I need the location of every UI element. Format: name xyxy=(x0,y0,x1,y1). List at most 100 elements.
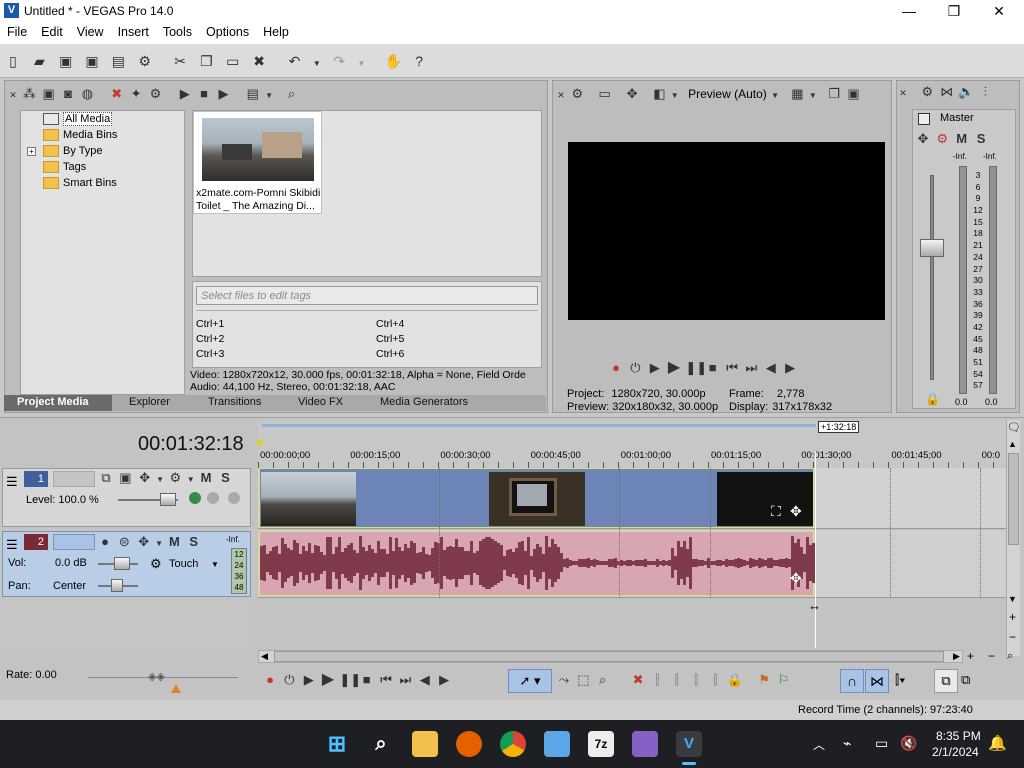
track2-fx-dropdown-icon[interactable]: ▼ xyxy=(155,536,163,552)
track1-collapse-icon[interactable]: ☰ xyxy=(6,474,18,490)
video-fx-icon[interactable]: ✥ xyxy=(624,86,640,102)
network-icon[interactable]: ⌁ xyxy=(843,735,851,752)
go-to-end-icon[interactable]: ▶ xyxy=(782,360,798,376)
hand-icon[interactable]: ✋ xyxy=(385,53,402,69)
firefox-icon[interactable] xyxy=(456,731,482,757)
media-fx-icon[interactable]: ✦ xyxy=(128,86,144,102)
zoom-tool-icon[interactable]: ⌕ xyxy=(1007,650,1013,663)
region-icon[interactable]: ⚐ xyxy=(775,672,791,688)
scroll-up-icon[interactable]: ▲ xyxy=(1008,439,1017,449)
track2-vol-handle[interactable] xyxy=(114,557,130,570)
lock-event-icon[interactable]: 🔒 xyxy=(727,672,743,688)
display-icon[interactable]: ▭ xyxy=(875,735,888,752)
play-from-start-icon[interactable]: ▶ xyxy=(301,672,317,688)
close-panel-icon[interactable]: ✕ xyxy=(8,87,18,103)
show-hidden-icons[interactable]: ︿ xyxy=(813,736,825,753)
comment-icon[interactable]: 🗨 xyxy=(1007,421,1021,434)
scroll-down-icon[interactable]: ▼ xyxy=(1008,594,1017,604)
mixer-icon[interactable]: ⫶ xyxy=(977,84,993,100)
next-frame-icon[interactable]: ⏭ xyxy=(743,360,759,376)
go-to-start-icon[interactable]: ◀ xyxy=(763,360,779,376)
master-fader-handle[interactable] xyxy=(920,239,944,257)
master-properties-icon[interactable]: ⚙ xyxy=(919,84,935,100)
play-from-start-icon[interactable]: ▶ xyxy=(647,360,663,376)
track-fx-dropdown-icon[interactable]: ▼ xyxy=(156,472,164,488)
stop-icon[interactable]: ■ xyxy=(705,360,721,376)
menu-insert[interactable]: Insert xyxy=(111,22,156,42)
track2-fx-icon[interactable]: ✥ xyxy=(136,534,152,550)
close-button[interactable]: ✕ xyxy=(976,0,1022,22)
minimize-button[interactable]: — xyxy=(886,0,932,22)
envelope-tool-icon[interactable]: ⤳ xyxy=(556,672,572,688)
track1-bypass-icon[interactable] xyxy=(228,492,240,504)
file-explorer-icon[interactable] xyxy=(412,731,438,757)
downmix-icon[interactable]: ⋈ xyxy=(939,84,955,100)
clock-time[interactable]: 8:35 PM xyxy=(936,729,981,743)
pause-icon[interactable]: ❚❚ xyxy=(685,360,707,376)
copy-icon[interactable]: ❐ xyxy=(198,53,214,69)
media-thumbnail-item[interactable]: x2mate.com-Pomni Skibidi Toilet _ The Am… xyxy=(193,111,322,214)
help-icon[interactable]: ? xyxy=(411,53,427,69)
master-mute-button[interactable]: M xyxy=(954,131,970,147)
go-to-start-icon[interactable]: ⏮ xyxy=(378,672,394,688)
trim-icon[interactable]: ⫿ xyxy=(649,672,665,688)
track2-collapse-icon[interactable]: ☰ xyxy=(6,537,18,553)
tags-input[interactable]: Select files to edit tags xyxy=(196,286,538,305)
start-button-icon[interactable]: ⊞ xyxy=(324,731,350,757)
delete-icon[interactable]: ✖ xyxy=(251,53,267,69)
properties-icon[interactable]: ⚙ xyxy=(137,53,153,69)
save-icon[interactable]: ▣ xyxy=(58,53,74,69)
tree-item-smart-bins[interactable]: Smart Bins xyxy=(43,177,117,192)
normal-edit-tool-icon[interactable]: ➚ ▾ xyxy=(508,669,552,693)
go-to-end-icon[interactable]: ⏭ xyxy=(397,672,413,688)
track1-fx-dots-icon[interactable] xyxy=(207,492,219,504)
notepad-icon[interactable] xyxy=(544,731,570,757)
quality-dropdown-icon[interactable]: ▼ xyxy=(770,88,780,104)
media-properties-icon[interactable]: ⚙ xyxy=(147,86,163,102)
save-as-icon[interactable]: ▣ xyxy=(84,53,100,69)
lock-envelopes-icon[interactable]: ⧉ xyxy=(934,669,958,693)
lock-icon[interactable]: 🔒 xyxy=(925,392,940,406)
7zip-icon[interactable]: 7z xyxy=(588,731,614,757)
zoom-in-vertical-icon[interactable]: + xyxy=(1009,610,1016,624)
record-icon[interactable]: ● xyxy=(262,672,278,688)
menu-options[interactable]: Options xyxy=(199,22,256,42)
zoom-out-horizontal-icon[interactable]: − xyxy=(988,649,995,663)
track1-solo-button[interactable]: S xyxy=(217,470,233,486)
chrome-icon[interactable] xyxy=(500,731,526,757)
new-file-icon[interactable]: ▯ xyxy=(5,53,21,69)
save-snapshot-icon[interactable]: ▣ xyxy=(845,86,861,102)
close-panel-icon[interactable]: ✕ xyxy=(556,87,566,103)
notifications-icon[interactable]: 🔔 xyxy=(988,734,1007,752)
master-fx-icon[interactable]: ✥ xyxy=(915,131,931,147)
stop-icon[interactable]: ■ xyxy=(196,86,212,102)
overlays-dropdown-icon[interactable]: ▼ xyxy=(809,88,817,104)
external-monitor-icon[interactable]: ▭ xyxy=(597,86,613,102)
master-insert-fx-icon[interactable]: ⚙ xyxy=(934,131,950,147)
menu-tools[interactable]: Tools xyxy=(156,22,199,42)
tab-media-generators[interactable]: Media Generators xyxy=(380,396,468,408)
scroll-right-icon[interactable]: ▶ xyxy=(953,651,960,662)
zoom-in-horizontal-icon[interactable]: + xyxy=(967,649,974,663)
automation-dropdown-icon[interactable]: ▼ xyxy=(211,560,219,569)
menu-help[interactable]: Help xyxy=(256,22,296,42)
get-media-web-icon[interactable]: ◍ xyxy=(79,86,95,102)
capture-video-icon[interactable]: ◙ xyxy=(60,86,76,102)
search-icon[interactable]: ⌕ xyxy=(283,86,299,102)
cut-icon[interactable]: ✂ xyxy=(172,53,188,69)
auto-crossfade-icon[interactable]: ⋈ xyxy=(865,669,889,693)
track1-properties-icon[interactable]: ⚙ xyxy=(167,470,183,486)
marker-icon[interactable]: ⚑ xyxy=(756,672,772,688)
maximize-button[interactable]: ❐ xyxy=(931,0,977,22)
play-icon[interactable]: ▶ xyxy=(666,360,682,376)
event-fx-icon[interactable]: ✥ xyxy=(790,503,802,520)
undo-icon[interactable]: ↶ xyxy=(286,53,302,69)
auto-preview-icon[interactable]: ▶ xyxy=(215,86,231,102)
snapping-icon[interactable]: ∩ xyxy=(840,669,864,693)
timeline-cursor[interactable] xyxy=(815,452,816,648)
search-icon[interactable]: ⌕ xyxy=(368,731,394,757)
preview-properties-icon[interactable]: ⚙ xyxy=(569,86,585,102)
rate-slider-handle[interactable]: ◈◈ xyxy=(148,670,165,683)
clock-date[interactable]: 2/1/2024 xyxy=(932,745,979,759)
track2-name-field[interactable] xyxy=(53,534,95,550)
